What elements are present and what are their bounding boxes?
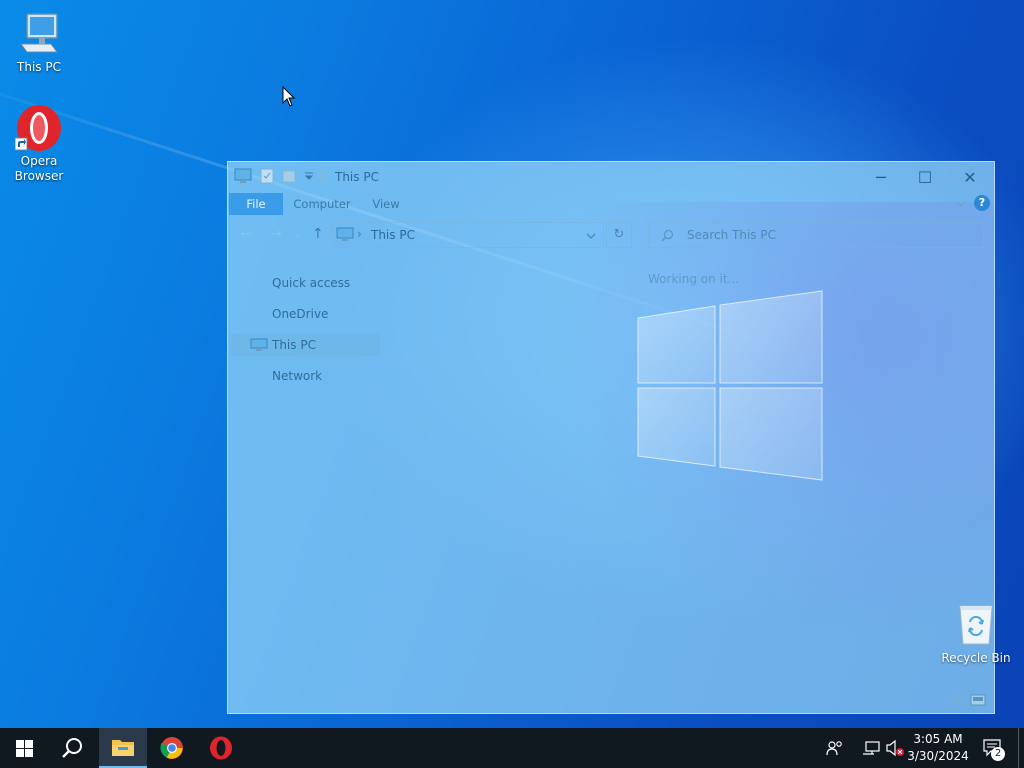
back-button[interactable]: ← (240, 226, 252, 242)
notification-count-badge: 2 (991, 747, 1005, 761)
clock-date: 3/30/2024 (907, 749, 969, 763)
search-icon (62, 738, 82, 758)
file-explorer-icon (112, 740, 134, 756)
breadcrumb-this-pc[interactable]: This PC (371, 228, 415, 242)
nav-item-label: OneDrive (272, 307, 329, 321)
this-pc-nav-icon (250, 338, 268, 351)
properties-icon[interactable] (260, 168, 274, 184)
desktop[interactable]: This PC Opera Browser This PC ─ ☐ ✕ File… (0, 0, 1024, 728)
search-box[interactable]: Search This PC (648, 222, 984, 248)
network-button[interactable] (860, 728, 882, 768)
taskbar: 3:05 AM 3/30/2024 2 (0, 728, 1024, 768)
up-button[interactable]: ↑ (312, 226, 324, 242)
mouse-cursor-icon (282, 86, 296, 107)
tab-file[interactable]: File (229, 193, 283, 215)
nav-item-quick-access[interactable]: Quick access (230, 272, 380, 294)
nav-item-label: Quick access (272, 276, 351, 290)
show-desktop-button[interactable] (1018, 728, 1024, 768)
taskbar-clock[interactable]: 3:05 AM 3/30/2024 (900, 731, 976, 765)
recycle-bin-icon (959, 605, 993, 645)
close-button[interactable]: ✕ (947, 162, 993, 192)
forward-button[interactable]: → (270, 226, 282, 242)
desktop-icon-label: Opera Browser (14, 154, 64, 183)
quick-access-toolbar (234, 168, 323, 184)
window-title: This PC (335, 170, 379, 184)
computer-icon (15, 10, 63, 58)
address-bar-row: ← → ⌄ ↑ › This PC ↻ Search This PC (228, 220, 994, 250)
new-folder-icon[interactable] (282, 168, 296, 184)
start-button[interactable] (0, 728, 48, 768)
recent-locations-icon[interactable]: ⌄ (294, 229, 302, 240)
tab-computer[interactable]: Computer (290, 193, 354, 215)
taskbar-chrome[interactable] (148, 728, 196, 768)
windows-logo-watermark (637, 290, 823, 481)
people-button[interactable] (822, 728, 848, 768)
chrome-icon (160, 737, 183, 759)
desktop-icon-opera-browser[interactable]: Opera Browser (3, 104, 75, 184)
desktop-icon-label: Recycle Bin (941, 651, 1011, 665)
address-bar[interactable]: › This PC (332, 222, 604, 248)
nav-item-this-pc[interactable]: This PC (230, 334, 380, 356)
toolbar-divider (322, 169, 323, 183)
refresh-button[interactable]: ↻ (606, 222, 632, 248)
file-explorer-window[interactable]: This PC ─ ☐ ✕ File Computer View ? ← → ⌄… (227, 161, 995, 714)
title-bar[interactable]: This PC ─ ☐ ✕ (228, 162, 994, 192)
search-icon (661, 229, 674, 242)
clock-time: 3:05 AM (913, 732, 963, 746)
nav-item-label: This PC (272, 338, 316, 352)
expand-ribbon-icon[interactable] (955, 199, 967, 209)
opera-icon (210, 736, 232, 760)
people-icon (826, 741, 842, 756)
breadcrumb-separator[interactable]: › (357, 227, 362, 241)
nav-item-network[interactable]: Network (230, 365, 380, 387)
network-icon (863, 741, 880, 755)
desktop-icon-recycle-bin[interactable]: Recycle Bin (940, 600, 1012, 665)
address-dropdown-icon[interactable] (585, 231, 597, 241)
customize-toolbar-icon[interactable] (304, 171, 314, 181)
this-pc-address-icon (336, 227, 354, 241)
ribbon-tabs: File Computer View ? (228, 192, 994, 216)
nav-item-label: Network (272, 369, 323, 383)
this-pc-small-icon (234, 168, 252, 183)
taskbar-file-explorer[interactable] (99, 728, 147, 768)
help-icon[interactable]: ? (974, 195, 990, 211)
view-toggle-buttons (948, 693, 986, 707)
loading-status-text: Working on it... (648, 272, 740, 286)
action-center-button[interactable]: 2 (980, 728, 1006, 768)
maximize-button[interactable]: ☐ (902, 162, 948, 192)
nav-item-onedrive[interactable]: OneDrive (230, 303, 380, 325)
opera-icon (14, 104, 63, 152)
search-placeholder: Search This PC (687, 228, 776, 242)
search-button[interactable] (48, 728, 96, 768)
desktop-icon-label: This PC (17, 60, 61, 74)
taskbar-opera[interactable] (197, 728, 245, 768)
tab-view[interactable]: View (364, 193, 408, 215)
details-view-icon[interactable] (948, 693, 964, 707)
windows-start-icon (15, 739, 33, 757)
large-icons-view-icon[interactable] (970, 693, 986, 707)
minimize-button[interactable]: ─ (858, 162, 904, 192)
desktop-icon-this-pc[interactable]: This PC (3, 10, 75, 75)
